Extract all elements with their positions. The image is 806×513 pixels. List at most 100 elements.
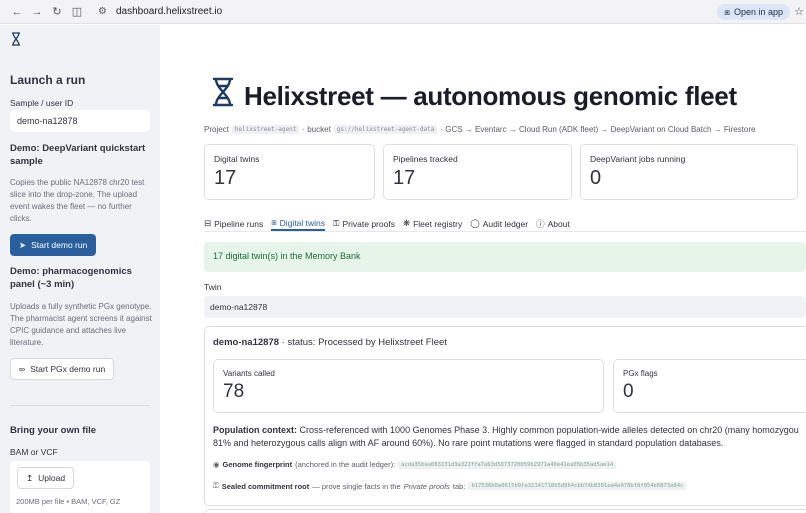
file-type-label: BAM or VCF [10, 447, 58, 457]
population-line-2: 81% and heterozygous calls align with AF… [213, 438, 724, 448]
demo-pgx-heading: Demo: pharmacogenomics panel (~3 min) [10, 266, 132, 290]
metric-pgx-flags: PGx flags 0 [613, 359, 806, 413]
commitment-note-a: — prove single facts in the [312, 481, 401, 491]
bucket-path: gs://helixstreet-agent-data [333, 125, 438, 134]
start-demo-run-button[interactable]: ➤ Start demo run [10, 234, 97, 256]
population-label: Population context: [213, 425, 297, 435]
fingerprint-hash: acda35baa083131d3a321ffa7a63d5073720059b… [398, 460, 617, 469]
main-content: Helixstreet — autonomous genomic fleet P… [160, 25, 806, 513]
twin-status: · status: Processed by Helixstreet Fleet [281, 337, 447, 348]
dna-icon: ⧆ [271, 217, 277, 227]
start-pgx-demo-run-label: Start PGx demo run [30, 364, 106, 374]
metric-label: DeepVariant jobs running [590, 154, 686, 164]
upload-button[interactable]: ↥ Upload [17, 467, 75, 489]
metric-digital-twins: Digital twins 17 [204, 144, 375, 200]
metric-label: Pipelines tracked [393, 154, 458, 164]
sidebar-toggle-icon[interactable]: ◫ [70, 5, 84, 19]
project-prefix: Project [204, 125, 229, 134]
bookmark-star-icon[interactable]: ☆ [794, 5, 804, 18]
sample-id-input[interactable]: demo-na12878 [10, 110, 150, 132]
sealed-commitment: ⚿ Sealed commitment root — prove single … [213, 481, 687, 491]
page-title: Helixstreet — autonomous genomic fleet [244, 80, 737, 111]
upload-hint: 200MB per file • BAM, VCF, GZ [16, 497, 121, 506]
metric-label: Digital twins [214, 154, 260, 164]
asterisk-icon: ❋ [402, 218, 411, 228]
metric-value: 0 [590, 167, 602, 189]
bucket-prefix: · bucket [302, 125, 331, 134]
sidebar: Launch a run Sample / user ID demo-na128… [0, 25, 160, 513]
open-in-app-button[interactable]: ⧆ Open in app [717, 4, 790, 20]
twin-card: demo-na12878 · status: Processed by Heli… [204, 326, 806, 506]
metric-label: PGx flags [623, 369, 658, 378]
reload-icon[interactable]: ↻ [50, 5, 64, 19]
tab-label: Pipeline runs [214, 218, 264, 229]
commitment-label: Sealed commitment root [221, 481, 310, 491]
site-settings-icon[interactable]: ⚙ [98, 6, 110, 18]
bring-your-own-heading: Bring your own file [10, 425, 97, 436]
link-icon: ∞ [19, 364, 26, 374]
twin-select-label: Twin [204, 282, 222, 292]
next-card [204, 509, 806, 513]
dna-icon [11, 32, 21, 49]
tab-label: Digital twins [279, 217, 326, 228]
tab-pipeline-runs[interactable]: ⊟ Pipeline runs [204, 216, 263, 231]
metric-value: 78 [223, 381, 245, 402]
info-icon: ⓘ [536, 218, 545, 229]
file-dropzone[interactable]: ↥ Upload 200MB per file • BAM, VCF, GZ [10, 461, 150, 513]
fingerprint-note: (anchored in the audit ledger): [295, 460, 396, 469]
population-context: Population context: Cross-referenced wit… [213, 424, 806, 450]
launch-run-heading: Launch a run [10, 73, 86, 87]
upload-icon: ↥ [26, 472, 34, 483]
tab-digital-twins[interactable]: ⧆ Digital twins [271, 216, 326, 231]
pipeline-flow: · GCS → Eventarc → Cloud Run (ADK fleet)… [440, 125, 756, 134]
tab-bar: ⊟ Pipeline runs ⧆ Digital twins ⚿ Privat… [204, 216, 806, 232]
tab-label: Private proofs [342, 218, 395, 229]
tab-label: About [547, 218, 570, 229]
tab-private-proofs[interactable]: ⚿ Private proofs [333, 216, 395, 231]
forward-icon[interactable]: → [30, 5, 44, 19]
commitment-note-b: tab: [452, 481, 466, 491]
start-pgx-demo-run-button[interactable]: ∞ Start PGx demo run [10, 358, 115, 380]
population-text-1: Cross-referenced with 1000 Genomes Phase… [299, 425, 799, 435]
demo-deepvariant-description: Copies the public NA12878 chr20 test sli… [10, 178, 145, 223]
demo-deepvariant-heading: Demo: DeepVariant quickstart sample [10, 143, 146, 167]
start-demo-run-label: Start demo run [31, 240, 88, 250]
back-icon[interactable]: ← [10, 5, 24, 19]
shield-icon: ◯ [470, 218, 480, 228]
upload-label: Upload [38, 473, 66, 483]
tab-fleet-registry[interactable]: ❋ Fleet registry [403, 216, 462, 231]
success-alert: 17 digital twin(s) in the Memory Bank [204, 242, 806, 272]
table-icon: ⊟ [204, 218, 212, 228]
metric-label: Variants called [223, 369, 275, 378]
metric-variants-called: Variants called 78 [213, 359, 604, 413]
twin-card-header: demo-na12878 · status: Processed by Heli… [213, 337, 447, 348]
page-header: Helixstreet — autonomous genomic fleet [212, 77, 737, 115]
tab-audit-ledger[interactable]: ◯ Audit ledger [470, 216, 528, 231]
genome-fingerprint: ◉ Genome fingerprint (anchored in the au… [213, 460, 617, 469]
project-id: helixstreet-agent [231, 125, 300, 134]
address-bar[interactable]: dashboard.helixstreet.io [116, 6, 222, 17]
commitment-note-em: Private proofs [403, 481, 450, 491]
metric-value: 0 [623, 381, 634, 402]
browser-toolbar: ← → ↻ ◫ ⚙ dashboard.helixstreet.io ⧆ Ope… [0, 0, 806, 24]
population-line-1: Population context: Cross-referenced wit… [213, 424, 806, 437]
twin-select[interactable]: demo-na12878 [204, 296, 806, 318]
dna-icon [212, 77, 234, 115]
fingerprint-icon: ◉ [213, 460, 220, 469]
sample-id-label: Sample / user ID [10, 98, 74, 108]
dna-icon: ⧆ [724, 6, 730, 17]
lock-icon: ⚿ [333, 218, 340, 228]
tab-label: Fleet registry [413, 218, 463, 229]
metric-deepvariant-jobs: DeepVariant jobs running 0 [580, 144, 798, 200]
commitment-hash: b17536b0a0615b9fa32141718b5d964cbb7db839… [468, 482, 687, 490]
fingerprint-label: Genome fingerprint [222, 460, 293, 469]
twin-id: demo-na12878 [213, 337, 280, 348]
open-in-app-label: Open in app [733, 7, 783, 17]
tab-label: Audit ledger [482, 218, 529, 229]
metric-pipelines-tracked: Pipelines tracked 17 [383, 144, 572, 200]
tab-about[interactable]: ⓘ About [536, 216, 570, 231]
sidebar-divider [10, 405, 150, 406]
project-info: Project helixstreet-agent · bucket gs://… [204, 125, 755, 134]
metric-value: 17 [214, 167, 237, 189]
demo-pgx-description: Uploads a fully synthetic PGx genotype. … [10, 302, 152, 347]
